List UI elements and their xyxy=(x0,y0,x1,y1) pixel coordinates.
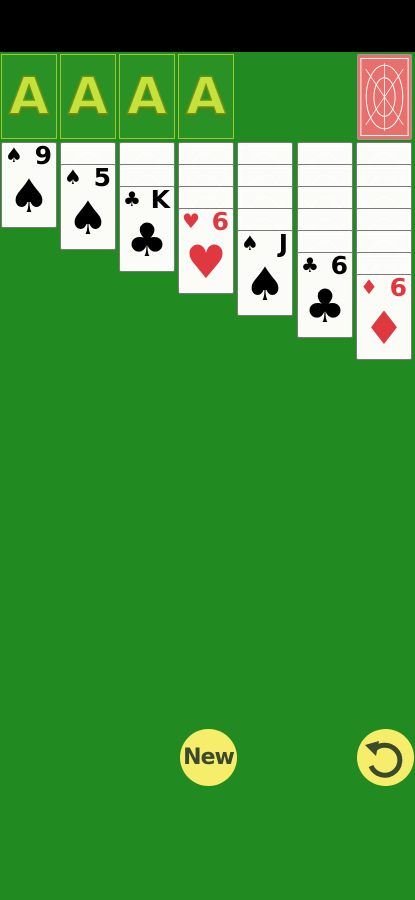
card-back-pattern-icon xyxy=(360,57,409,137)
card-rank: K xyxy=(150,185,170,214)
stock-pile[interactable] xyxy=(357,54,412,140)
face-up-card[interactable]: ♠ 5 ♠ xyxy=(60,164,116,250)
card-rank: 6 xyxy=(389,273,407,302)
foundation-label: A xyxy=(185,66,227,127)
foundation-pile-4[interactable]: A xyxy=(178,54,234,139)
face-up-card[interactable]: ♦ 6 ♦ xyxy=(356,274,412,360)
suit-icon: ♠ xyxy=(64,165,82,189)
card-rank: J xyxy=(278,229,288,258)
foundation-label: A xyxy=(126,66,168,127)
new-game-button[interactable]: New xyxy=(180,729,237,786)
face-up-card[interactable]: ♠ J ♠ xyxy=(237,230,293,316)
foundation-label: A xyxy=(67,66,109,127)
card-rank: 6 xyxy=(330,251,348,280)
face-up-card[interactable]: ♥ 6 ♥ xyxy=(178,208,234,294)
card-rank: 9 xyxy=(34,141,52,170)
card-rank: 5 xyxy=(93,163,111,192)
face-up-card[interactable]: ♣ 6 ♣ xyxy=(297,252,353,338)
suit-icon: ♥ xyxy=(182,209,200,233)
foundation-label: A xyxy=(8,66,50,127)
undo-icon xyxy=(365,741,403,778)
foundation-pile-3[interactable]: A xyxy=(119,54,175,139)
suit-icon: ♦ xyxy=(360,275,378,299)
suit-large-icon: ♣ xyxy=(126,213,168,267)
suit-large-icon: ♦ xyxy=(363,301,405,355)
undo-button[interactable] xyxy=(357,729,414,786)
suit-icon: ♠ xyxy=(241,231,259,255)
suit-large-icon: ♠ xyxy=(244,257,286,311)
suit-large-icon: ♠ xyxy=(8,169,50,223)
suit-large-icon: ♠ xyxy=(67,191,109,245)
new-game-label: New xyxy=(183,745,235,770)
suit-icon: ♣ xyxy=(301,253,319,277)
status-bar xyxy=(0,0,415,52)
suit-icon: ♣ xyxy=(123,187,141,211)
suit-large-icon: ♣ xyxy=(304,279,346,333)
suit-large-icon: ♥ xyxy=(185,235,227,289)
face-up-card[interactable]: ♣ K ♣ xyxy=(119,186,175,272)
suit-icon: ♠ xyxy=(5,143,23,167)
foundation-pile-1[interactable]: A xyxy=(1,54,57,139)
face-up-card[interactable]: ♠ 9 ♠ xyxy=(1,142,57,228)
foundation-pile-2[interactable]: A xyxy=(60,54,116,139)
card-rank: 6 xyxy=(211,207,229,236)
